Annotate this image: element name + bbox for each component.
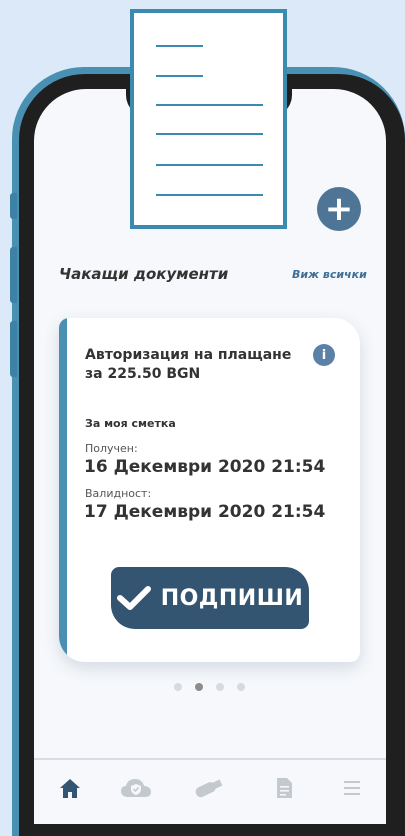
pagination-dot[interactable] <box>174 683 182 691</box>
cloud-shield-icon <box>121 779 151 797</box>
doc-line <box>156 45 203 47</box>
nav-usb-token[interactable] <box>192 774 224 802</box>
see-all-link[interactable]: Виж всички <box>292 268 367 281</box>
sign-button-label: ПОДПИШИ <box>160 585 304 611</box>
doc-line <box>156 133 263 135</box>
pagination-dot[interactable] <box>216 683 224 691</box>
doc-line <box>156 164 263 166</box>
card-account: За моя сметка <box>85 417 176 430</box>
pending-document-card[interactable]: Авторизация на плащане за 225.50 BGN i З… <box>59 318 360 662</box>
section-title: Чакащи документи <box>59 265 229 283</box>
menu-icon <box>344 781 360 795</box>
pagination-dots <box>174 683 245 691</box>
nav-cloud-security[interactable] <box>120 774 152 802</box>
nav-menu[interactable] <box>336 774 368 802</box>
info-icon[interactable]: i <box>313 344 335 366</box>
check-icon <box>116 586 151 610</box>
plus-icon: + <box>324 189 354 229</box>
validity-label: Валидност: <box>85 487 152 500</box>
nav-home[interactable] <box>54 774 86 802</box>
home-icon <box>60 779 80 798</box>
bottom-nav <box>34 758 386 822</box>
card-accent-bar <box>59 318 67 662</box>
info-icon-glyph: i <box>321 347 327 363</box>
doc-line <box>156 104 263 106</box>
card-title: Авторизация на плащане за 225.50 BGN <box>85 347 292 382</box>
received-label: Получен: <box>85 442 138 455</box>
add-button[interactable]: + <box>317 187 361 231</box>
pagination-dot[interactable] <box>237 683 245 691</box>
phone-side-button <box>10 193 17 219</box>
sign-button[interactable]: ПОДПИШИ <box>111 567 309 629</box>
usb-key-icon <box>195 779 223 798</box>
document-illustration <box>130 9 287 229</box>
document-icon <box>277 778 292 798</box>
doc-line <box>156 75 203 77</box>
nav-documents[interactable] <box>268 774 300 802</box>
doc-line <box>156 194 263 196</box>
pagination-dot-active[interactable] <box>195 683 203 691</box>
received-value: 16 Декември 2020 21:54 <box>84 457 326 477</box>
phone-volume-up <box>10 247 17 303</box>
validity-value: 17 Декември 2020 21:54 <box>84 502 326 522</box>
phone-volume-down <box>10 321 17 377</box>
